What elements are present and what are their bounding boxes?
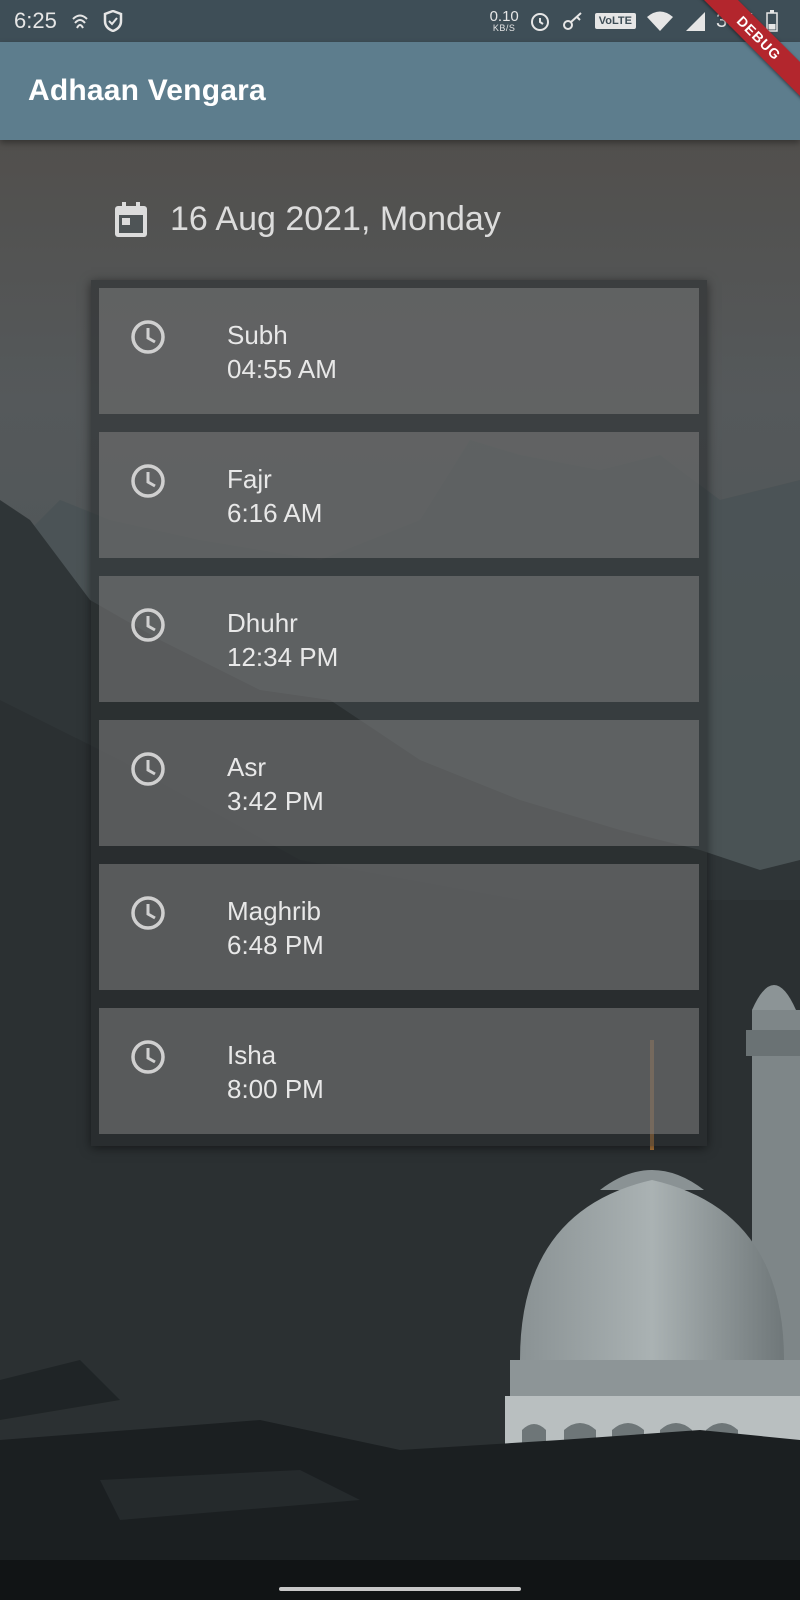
alarm-icon xyxy=(530,13,549,31)
prayer-card-asr[interactable]: Asr 3:42 PM xyxy=(99,720,699,846)
prayer-name: Isha xyxy=(227,1040,277,1070)
shield-icon xyxy=(103,10,123,32)
status-bar: 6:25 0.10 KB/S VoLTE 36% xyxy=(0,0,800,42)
date-text: 16 Aug 2021, Monday xyxy=(170,200,501,238)
clock-icon xyxy=(131,608,165,642)
clock-icon xyxy=(131,752,165,786)
date-row: 16 Aug 2021, Monday xyxy=(114,200,501,239)
prayer-time: 6:16 AM xyxy=(227,498,323,528)
clock-icon xyxy=(131,1040,165,1074)
calendar-icon xyxy=(115,201,147,237)
prayer-name: Fajr xyxy=(227,464,272,494)
prayer-time: 3:42 PM xyxy=(227,786,324,816)
prayer-time: 04:55 AM xyxy=(227,354,337,384)
prayer-time: 8:00 PM xyxy=(227,1074,324,1104)
wifi-icon xyxy=(646,11,673,31)
signal-icon xyxy=(685,12,705,31)
clock-icon xyxy=(131,896,165,930)
prayer-name: Maghrib xyxy=(227,896,321,926)
clock-icon xyxy=(131,464,165,498)
app-bar: Adhaan Vengara xyxy=(0,42,800,140)
prayer-card-maghrib[interactable]: Maghrib 6:48 PM xyxy=(99,864,699,990)
key-icon xyxy=(562,12,582,30)
prayer-card-isha[interactable]: Isha 8:00 PM xyxy=(99,1008,699,1134)
prayer-name: Dhuhr xyxy=(227,608,298,638)
home-gesture-handle[interactable] xyxy=(279,1587,521,1591)
battery-icon xyxy=(766,10,778,32)
clock-icon xyxy=(131,320,165,354)
prayer-times-list: Subh 04:55 AM Fajr 6:16 AM Dhuhr 12:34 P… xyxy=(91,280,707,1146)
prayer-name: Subh xyxy=(227,320,288,350)
prayer-time: 12:34 PM xyxy=(227,642,339,672)
status-time: 6:25 xyxy=(14,8,57,33)
prayer-card-fajr[interactable]: Fajr 6:16 AM xyxy=(99,432,699,558)
prayer-time: 6:48 PM xyxy=(227,930,324,960)
network-speed: 0.10 KB/S xyxy=(489,8,519,33)
fingerprint-icon xyxy=(72,14,88,29)
prayer-card-subh[interactable]: Subh 04:55 AM xyxy=(99,288,699,414)
volte-badge: VoLTE xyxy=(594,13,636,29)
app-title: Adhaan Vengara xyxy=(28,74,266,107)
prayer-card-dhuhr[interactable]: Dhuhr 12:34 PM xyxy=(99,576,699,702)
prayer-name: Asr xyxy=(227,752,266,782)
